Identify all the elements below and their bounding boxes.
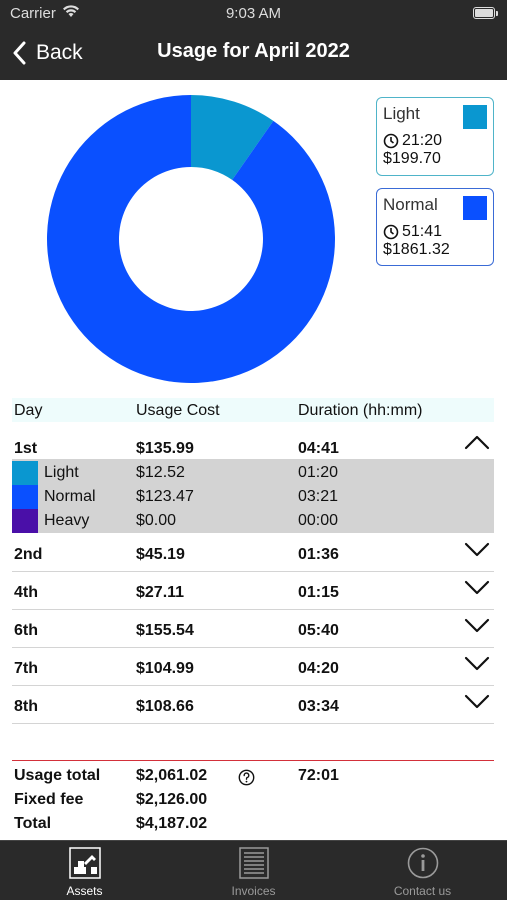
row-cost: $27.11 xyxy=(136,584,185,601)
status-bar: Carrier 9:03 AM xyxy=(0,0,507,28)
help-icon[interactable] xyxy=(238,769,255,786)
row-day: 8th xyxy=(14,698,38,715)
chevron-down-icon[interactable] xyxy=(464,542,490,558)
header-duration: Duration (hh:mm) xyxy=(298,402,423,419)
navigation-header: Carrier 9:03 AM Back Usage for April 202… xyxy=(0,0,507,80)
row-duration: 01:36 xyxy=(298,546,339,563)
detail-label: Light xyxy=(44,464,79,481)
table-row[interactable]: 2nd $45.19 01:36 xyxy=(12,534,494,572)
detail-duration: 01:20 xyxy=(298,464,339,481)
row-duration: 05:40 xyxy=(298,622,339,639)
tab-bar: Assets Invoices Contact us xyxy=(0,840,507,900)
row-duration: 04:20 xyxy=(298,660,339,677)
tab-label: Invoices xyxy=(231,884,276,898)
table-row[interactable]: 8th $108.66 03:34 xyxy=(12,686,494,724)
detail-label: Heavy xyxy=(44,512,90,529)
summary-usage-total: Usage total $2,061.02 72:01 xyxy=(12,764,494,786)
invoices-icon xyxy=(238,847,269,879)
usage-total-value: $2,061.02 xyxy=(136,767,208,784)
detail-cost: $123.47 xyxy=(136,488,194,505)
tab-invoices[interactable]: Invoices xyxy=(169,841,338,901)
status-time: 9:03 AM xyxy=(225,5,282,22)
expanded-details: Light $12.52 01:20 Normal $123.47 03:21 … xyxy=(12,459,494,533)
row-day: 6th xyxy=(14,622,38,639)
table-row[interactable]: 7th $104.99 04:20 xyxy=(12,648,494,686)
table-header: Day Usage Cost Duration (hh:mm) xyxy=(12,398,494,422)
row-duration: 04:41 xyxy=(298,440,339,457)
row-cost: $104.99 xyxy=(136,660,194,677)
info-icon xyxy=(407,847,438,879)
tab-contact-us[interactable]: Contact us xyxy=(338,841,507,901)
page-title: Usage for April 2022 xyxy=(157,40,350,62)
chevron-down-icon[interactable] xyxy=(464,618,490,634)
table-row[interactable]: 4th $27.11 01:15 xyxy=(12,572,494,610)
row-day: 7th xyxy=(14,660,38,677)
detail-duration: 00:00 xyxy=(298,512,339,529)
table-row-expanded[interactable]: 1st $135.99 04:41 xyxy=(12,426,494,460)
fixed-fee-value: $2,126.00 xyxy=(136,791,208,808)
row-duration: 01:15 xyxy=(298,584,339,601)
chevron-down-icon[interactable] xyxy=(464,694,490,710)
table-row[interactable]: 6th $155.54 05:40 xyxy=(12,610,494,648)
row-day: 4th xyxy=(14,584,38,601)
chevron-down-icon[interactable] xyxy=(464,580,490,596)
tab-assets[interactable]: Assets xyxy=(0,841,169,901)
heavy-swatch xyxy=(12,509,38,533)
row-duration: 03:34 xyxy=(298,698,339,715)
fixed-fee-label: Fixed fee xyxy=(14,791,84,808)
detail-duration: 03:21 xyxy=(298,488,339,505)
row-day: 1st xyxy=(14,440,38,457)
summary-divider xyxy=(12,760,494,761)
tab-label: Contact us xyxy=(393,884,452,898)
legend-cost: $1861.32 xyxy=(383,241,450,258)
usage-total-label: Usage total xyxy=(14,767,101,784)
detail-row-heavy: Heavy $0.00 00:00 xyxy=(12,509,494,533)
clock-icon xyxy=(383,133,399,149)
detail-row-light: Light $12.52 01:20 xyxy=(12,461,494,485)
tab-label: Assets xyxy=(66,884,103,898)
legend-swatch xyxy=(463,196,487,220)
clock-icon xyxy=(383,224,399,240)
light-swatch xyxy=(12,461,38,485)
chevron-up-icon[interactable] xyxy=(464,434,490,450)
row-cost: $135.99 xyxy=(136,440,194,457)
total-value: $4,187.02 xyxy=(136,815,208,832)
detail-cost: $12.52 xyxy=(136,464,185,481)
legend-card-normal[interactable]: Normal 51:41 $1861.32 xyxy=(376,188,494,266)
battery-icon xyxy=(473,7,495,19)
summary-fixed-fee: Fixed fee $2,126.00 xyxy=(12,788,494,810)
detail-cost: $0.00 xyxy=(136,512,177,529)
summary-total: Total $4,187.02 xyxy=(12,812,494,834)
usage-total-duration: 72:01 xyxy=(298,767,339,784)
legend-card-light[interactable]: Light 21:20 $199.70 xyxy=(376,97,494,176)
usage-donut-chart xyxy=(46,95,335,383)
legend-duration: 51:41 xyxy=(402,223,443,240)
detail-row-normal: Normal $123.47 03:21 xyxy=(12,485,494,509)
header-usage-cost: Usage Cost xyxy=(136,402,220,419)
chevron-down-icon[interactable] xyxy=(464,656,490,672)
legend-cost: $199.70 xyxy=(383,150,441,167)
legend-swatch xyxy=(463,105,487,129)
row-cost: $155.54 xyxy=(136,622,194,639)
row-cost: $45.19 xyxy=(136,546,185,563)
row-day: 2nd xyxy=(14,546,43,563)
legend-duration: 21:20 xyxy=(402,132,443,149)
assets-icon xyxy=(68,847,101,879)
donut-slice-normal[interactable] xyxy=(46,95,335,383)
total-label: Total xyxy=(14,815,52,832)
detail-label: Normal xyxy=(44,488,96,505)
header-day: Day xyxy=(14,402,43,419)
row-cost: $108.66 xyxy=(136,698,194,715)
normal-swatch xyxy=(12,485,38,509)
